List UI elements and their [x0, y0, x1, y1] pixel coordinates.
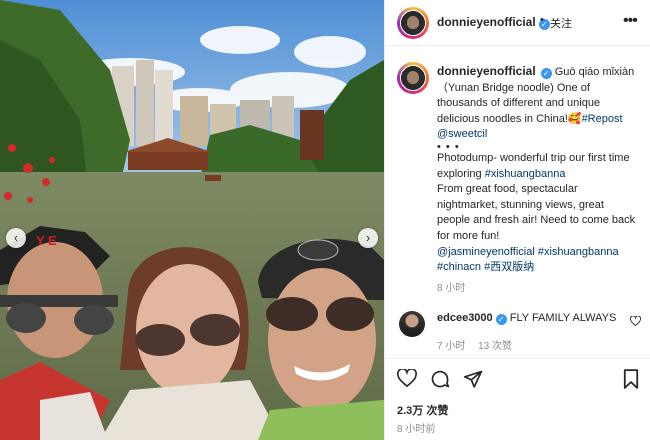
more-options-icon[interactable]: •••	[623, 12, 638, 30]
comment-time: 7 小时	[437, 341, 466, 352]
caption-line-3: thousands of different and unique	[437, 97, 601, 110]
caption-timestamp: 8 小时	[437, 283, 466, 294]
cap-logo: Y E	[36, 233, 57, 248]
caption-paragraph-4: nightmarket, stunning views, great	[437, 198, 604, 211]
caption-dots: • • •	[437, 140, 460, 153]
photo-scene: Y E	[0, 0, 384, 440]
comment-likes[interactable]: 13 次赞	[478, 341, 512, 352]
commenter-avatar[interactable]	[399, 311, 425, 337]
author-username[interactable]: donnieyenofficial ✓	[437, 15, 550, 30]
person-left	[0, 226, 118, 440]
post-photo[interactable]: Y E ‹ ›	[0, 0, 384, 440]
comment-bubble-icon[interactable]	[430, 369, 450, 389]
caption-username[interactable]: donnieyenofficial	[437, 64, 536, 78]
caption-paragraph-2: exploring	[437, 167, 482, 180]
xishuangbanna-hashtag-2[interactable]: #xishuangbanna	[538, 246, 619, 258]
comment: edcee3000 ✓ FLY FAMILY ALWAYS	[437, 312, 616, 325]
caption-verified-badge-icon: ✓	[540, 68, 552, 79]
boat	[205, 175, 221, 181]
like-heart-icon[interactable]	[397, 369, 417, 387]
author-avatar[interactable]	[397, 7, 429, 39]
comment-meta: 7 小时 13 次赞	[437, 337, 522, 352]
commenter-verified-badge-icon: ✓	[495, 314, 507, 325]
jasmineyen-mention[interactable]: @jasmineyenofficial	[437, 246, 535, 258]
caption-author-avatar[interactable]	[397, 62, 429, 94]
author-username-text[interactable]: donnieyenofficial	[437, 15, 536, 29]
xishuangbanna-chinese-hashtag[interactable]: #西双版纳	[484, 261, 534, 273]
caption-paragraph-3: From great food, spectacular	[437, 183, 578, 196]
post-caption: donnieyenofficial ✓ Guō qiáo mǐxiàn （Yuna…	[437, 64, 643, 276]
save-bookmark-icon[interactable]	[623, 369, 639, 389]
action-bar	[385, 358, 650, 398]
repost-mention[interactable]: @sweetcil	[437, 127, 643, 143]
caption-paragraph-5: people and fresh air! Need to come back	[437, 214, 636, 227]
likes-count[interactable]: 2.3万 次赞	[397, 402, 448, 418]
comment-like-heart-icon[interactable]	[630, 316, 641, 326]
comment-text: FLY FAMILY ALWAYS	[509, 312, 617, 324]
header-separator: •	[540, 14, 544, 26]
caption-paragraph-6: for more fun!	[437, 229, 500, 242]
repost-hashtag[interactable]: #Repost	[582, 113, 623, 125]
caption-line-4: delicious noodles in China!🥰	[437, 112, 582, 125]
post-header: donnieyenofficial ✓ • 关注 •••	[385, 0, 650, 46]
caption-line-2: （Yunan Bridge noodle) One of	[437, 81, 590, 94]
xishuangbanna-hashtag[interactable]: #xishuangbanna	[485, 168, 566, 180]
post-timestamp: 8 小时前	[397, 424, 436, 435]
previous-photo-button[interactable]: ‹	[6, 228, 26, 248]
post-side-panel: donnieyenofficial ✓ • 关注 ••• donnieyenoff…	[384, 0, 650, 440]
chinacn-hashtag[interactable]: #chinacn	[437, 261, 481, 273]
person-right	[258, 238, 384, 440]
caption-line-1: Guō qiáo mǐxiàn	[554, 66, 635, 78]
commenter-username[interactable]: edcee3000	[437, 312, 493, 324]
caption-paragraph-1: Photodump- wonderful trip our first time	[437, 151, 630, 164]
follow-button[interactable]: 关注	[550, 15, 572, 31]
share-send-icon[interactable]	[463, 369, 483, 389]
next-photo-button[interactable]: ›	[358, 228, 378, 248]
